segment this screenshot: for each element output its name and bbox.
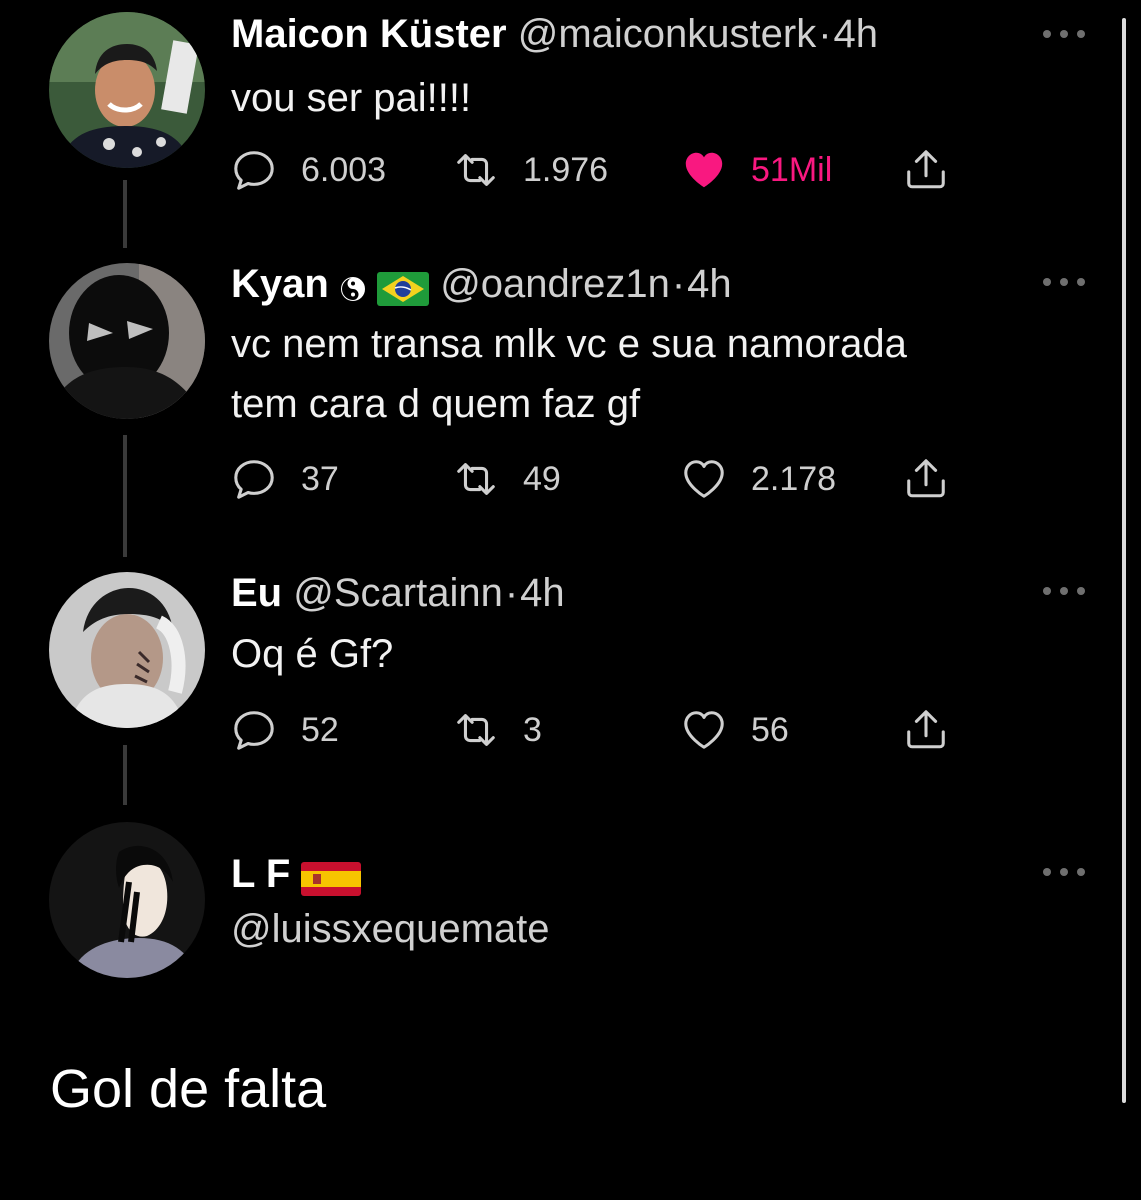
avatar[interactable] xyxy=(49,263,205,419)
display-name[interactable]: Maicon Küster xyxy=(231,12,507,56)
display-name[interactable]: Kyan xyxy=(231,262,329,306)
more-icon[interactable] xyxy=(1043,28,1085,40)
separator: · xyxy=(671,262,686,306)
more-icon[interactable] xyxy=(1043,585,1085,597)
tweet-text: vou ser pai!!!! xyxy=(231,68,471,128)
share-icon xyxy=(903,707,949,753)
reply-count: 6.003 xyxy=(301,150,387,189)
more-icon[interactable] xyxy=(1043,276,1085,288)
tweet-actions: 6.003 1.976 51Mil xyxy=(231,145,991,195)
display-name[interactable]: L F xyxy=(231,852,290,896)
tweet-text: vc nem transa mlk vc e sua namorada tem … xyxy=(231,314,907,434)
user-handle[interactable]: @oandrez1n xyxy=(440,262,670,306)
scrollbar[interactable] xyxy=(1122,18,1126,1103)
separator: · xyxy=(818,12,832,56)
retweet-icon xyxy=(453,456,499,502)
like-count: 51Mil xyxy=(751,150,833,189)
brazil-flag-emoji xyxy=(377,262,430,310)
retweet-count: 49 xyxy=(523,459,561,498)
tweet-text-line: vc nem transa mlk vc e sua namorada xyxy=(231,322,907,366)
user-handle[interactable]: @luissxequemate xyxy=(231,907,550,951)
like-button[interactable]: 51Mil xyxy=(681,145,832,195)
tweet-text-line: tem cara d quem faz gf xyxy=(231,382,641,426)
retweet-button[interactable]: 49 xyxy=(453,454,561,504)
like-count: 2.178 xyxy=(751,459,837,498)
retweet-button[interactable]: 3 xyxy=(453,705,542,755)
reply-button[interactable]: 6.003 xyxy=(231,145,386,195)
tweet-text: Oq é Gf? xyxy=(231,624,393,684)
timestamp[interactable]: 4h xyxy=(520,571,565,615)
tweet-text-line: vou ser pai!!!! xyxy=(231,76,472,120)
reply-button[interactable]: 52 xyxy=(231,705,339,755)
more-icon[interactable] xyxy=(1043,866,1085,878)
tweet-text-line: Oq é Gf? xyxy=(231,632,394,676)
tweet-header: Eu @Scartainn·4h xyxy=(231,569,565,617)
user-handle[interactable]: @Scartainn xyxy=(293,571,503,615)
timestamp[interactable]: 4h xyxy=(687,262,732,306)
timestamp[interactable]: 4h xyxy=(834,12,879,56)
retweet-count: 1.976 xyxy=(523,150,609,189)
separator: · xyxy=(504,571,519,615)
share-icon xyxy=(903,147,949,193)
tweet-header: Kyan @oandrez1n·4h xyxy=(231,260,732,310)
display-name[interactable]: Eu xyxy=(231,571,282,615)
reply-count: 52 xyxy=(301,710,339,749)
thread-line xyxy=(123,435,127,557)
retweet-icon xyxy=(453,707,499,753)
avatar[interactable] xyxy=(49,12,205,168)
retweet-button[interactable]: 1.976 xyxy=(453,145,608,195)
caption: Gol de falta xyxy=(50,1059,327,1119)
tweet-actions: 52 3 56 xyxy=(231,705,991,755)
like-icon xyxy=(681,456,727,502)
user-handle[interactable]: @maiconkusterk xyxy=(518,12,816,56)
spain-flag-emoji xyxy=(301,852,362,900)
tweet-header: L F xyxy=(231,850,362,900)
like-count: 56 xyxy=(751,710,789,749)
yin-yang-emoji xyxy=(340,262,366,310)
thread-line xyxy=(123,745,127,805)
like-button[interactable]: 2.178 xyxy=(681,454,836,504)
tweet-handle-row: @luissxequemate xyxy=(231,905,550,953)
reply-count: 37 xyxy=(301,459,339,498)
like-icon xyxy=(681,147,727,193)
share-icon xyxy=(903,456,949,502)
retweet-count: 3 xyxy=(523,710,542,749)
reply-button[interactable]: 37 xyxy=(231,454,339,504)
share-button[interactable] xyxy=(903,705,949,755)
avatar[interactable] xyxy=(49,572,205,728)
like-button[interactable]: 56 xyxy=(681,705,789,755)
reply-icon xyxy=(231,456,277,502)
reply-icon xyxy=(231,147,277,193)
thread-line xyxy=(123,180,127,248)
avatar[interactable] xyxy=(49,822,205,978)
retweet-icon xyxy=(453,147,499,193)
reply-icon xyxy=(231,707,277,753)
like-icon xyxy=(681,707,727,753)
share-button[interactable] xyxy=(903,454,949,504)
share-button[interactable] xyxy=(903,145,949,195)
tweet-actions: 37 49 2.178 xyxy=(231,454,991,504)
tweet-header: Maicon Küster @maiconkusterk·4h xyxy=(231,10,878,58)
